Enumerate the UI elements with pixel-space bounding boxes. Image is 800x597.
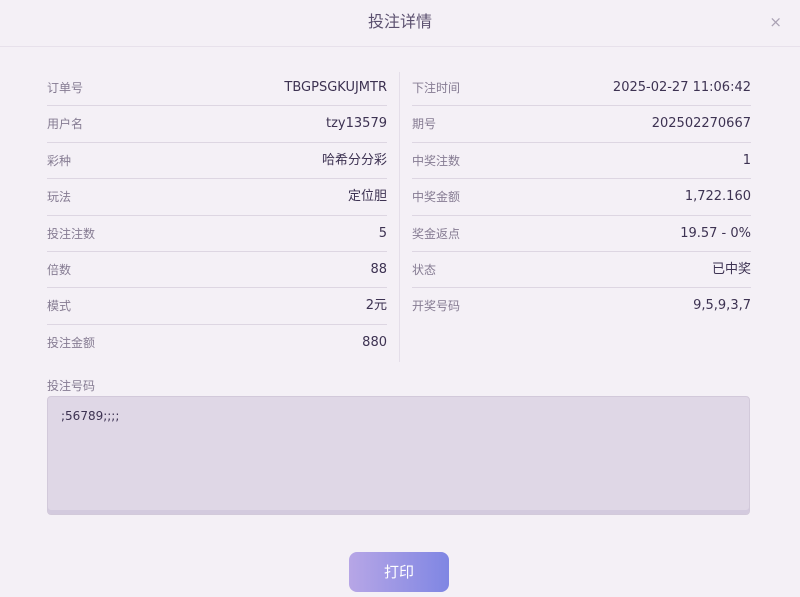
detail-label: 下注时间 xyxy=(412,81,461,95)
close-icon[interactable]: × xyxy=(769,0,782,44)
detail-value: 19.57 - 0% xyxy=(680,225,751,241)
detail-value: 定位胆 xyxy=(347,189,387,205)
bet-numbers-textarea[interactable]: ;56789;;;; xyxy=(47,396,750,515)
detail-value: 88 xyxy=(370,261,387,277)
detail-row-lottery-type: 彩种 哈希分分彩 xyxy=(47,143,387,180)
detail-row-bet-amount: 投注金额 880 xyxy=(47,325,387,361)
dialog-title: 投注详情 xyxy=(367,12,432,31)
detail-label: 订单号 xyxy=(47,81,84,95)
detail-row-mode: 模式 2元 xyxy=(47,288,387,325)
detail-label: 模式 xyxy=(47,299,72,314)
detail-row-bet-time: 下注时间 2025-02-27 11:06:42 xyxy=(412,70,751,107)
detail-row-rebate: 奖金返点 19.57 - 0% xyxy=(412,216,751,252)
detail-label: 开奖号码 xyxy=(412,299,461,314)
detail-value: 1,722.160 xyxy=(684,189,751,205)
bet-details-dialog: 投注详情 × 订单号 TBGPSGKUJMTR 用户名 tzy13579 彩种 … xyxy=(0,0,800,597)
detail-row-winning-amount: 中奖金额 1,722.160 xyxy=(412,179,751,216)
detail-label: 倍数 xyxy=(47,262,72,277)
detail-row-status: 状态 已中奖 xyxy=(412,252,751,289)
detail-value: 880 xyxy=(362,334,387,350)
details-panel: 订单号 TBGPSGKUJMTR 用户名 tzy13579 彩种 哈希分分彩 玩… xyxy=(47,70,751,362)
detail-label: 用户名 xyxy=(47,117,84,132)
detail-label: 期号 xyxy=(412,117,437,132)
detail-label: 玩法 xyxy=(47,190,72,205)
detail-value: 5 xyxy=(378,225,387,241)
detail-value: 202502270667 xyxy=(651,116,751,132)
detail-value: 9,5,9,3,7 xyxy=(693,298,751,314)
detail-value: 2025-02-27 11:06:42 xyxy=(612,80,751,95)
detail-label: 投注金额 xyxy=(47,335,96,350)
detail-row-draw-numbers: 开奖号码 9,5,9,3,7 xyxy=(412,288,751,324)
details-right-column: 下注时间 2025-02-27 11:06:42 期号 202502270667… xyxy=(412,70,751,325)
detail-row-username: 用户名 tzy13579 xyxy=(47,106,387,143)
column-divider xyxy=(399,72,400,362)
dialog-header: 投注详情 × xyxy=(0,0,800,47)
detail-label: 中奖金额 xyxy=(412,190,461,205)
bet-numbers-label: 投注号码 xyxy=(47,379,96,393)
detail-row-multiplier: 倍数 88 xyxy=(47,252,387,289)
detail-label: 奖金返点 xyxy=(412,226,461,241)
details-left-column: 订单号 TBGPSGKUJMTR 用户名 tzy13579 彩种 哈希分分彩 玩… xyxy=(47,70,387,361)
detail-label: 中奖注数 xyxy=(412,153,461,168)
detail-value: 2元 xyxy=(365,298,387,314)
status-badge: 已中奖 xyxy=(711,261,751,277)
detail-row-bet-count: 投注注数 5 xyxy=(47,216,387,252)
detail-row-issue-number: 期号 202502270667 xyxy=(412,106,751,143)
detail-row-winning-count: 中奖注数 1 xyxy=(412,143,751,180)
print-button[interactable]: 打印 xyxy=(349,552,449,592)
detail-row-order-id: 订单号 TBGPSGKUJMTR xyxy=(47,70,387,107)
detail-value: tzy13579 xyxy=(326,116,387,132)
detail-value: 哈希分分彩 xyxy=(321,152,387,168)
detail-row-play-type: 玩法 定位胆 xyxy=(47,179,387,216)
detail-label: 状态 xyxy=(412,262,437,277)
detail-label: 彩种 xyxy=(47,153,72,168)
detail-value: TBGPSGKUJMTR xyxy=(284,80,387,95)
detail-value: 1 xyxy=(742,152,751,168)
detail-label: 投注注数 xyxy=(47,226,96,241)
